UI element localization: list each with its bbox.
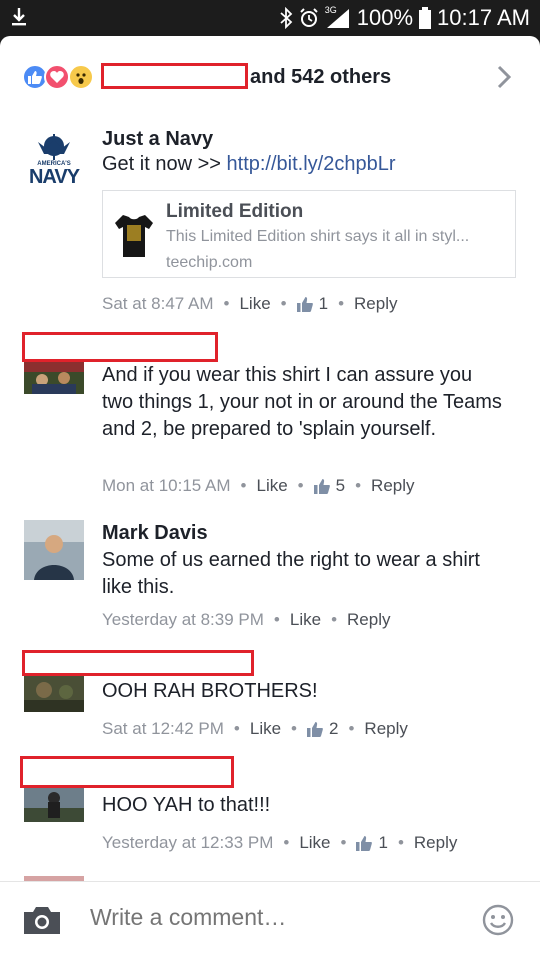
reply-button[interactable]: Reply: [371, 476, 414, 496]
comment-text-prefix: Get it now >>: [102, 153, 227, 175]
reactions-summary: and 542 others: [250, 66, 392, 88]
link-preview[interactable]: Limited Edition This Limited Edition shi…: [102, 190, 516, 278]
comment-time[interactable]: Mon at 10:15 AM: [102, 476, 231, 496]
separator-dot: •: [223, 294, 230, 313]
preview-domain: teechip.com: [166, 254, 253, 271]
redacted-name: [101, 63, 248, 89]
separator-dot: •: [348, 719, 355, 738]
like-count[interactable]: 1: [378, 833, 387, 853]
comment-text: Some of us earned the right to wear a sh…: [102, 549, 480, 598]
reply-button[interactable]: Reply: [354, 294, 397, 314]
comment-composer: [0, 881, 540, 960]
separator-dot: •: [338, 294, 345, 313]
like-button[interactable]: Like: [299, 833, 330, 853]
separator-dot: •: [233, 719, 240, 738]
avatar[interactable]: AMERICA'S NAVY: [24, 128, 84, 188]
separator-dot: •: [397, 833, 404, 852]
like-button[interactable]: Like: [290, 610, 321, 630]
alarm-icon: [299, 8, 319, 28]
like-count-icon: [296, 296, 313, 312]
redacted-name: [22, 650, 254, 676]
comment-text: And if you wear this shirt I can assure …: [102, 364, 502, 440]
separator-dot: •: [297, 476, 304, 495]
comment-text: Get it now >> http://bit.ly/2chpbLr: [102, 151, 502, 178]
avatar[interactable]: [24, 360, 84, 394]
separator-dot: •: [340, 833, 347, 852]
separator-dot: •: [355, 476, 362, 495]
comment: Mark Davis Some of us earned the right t…: [0, 520, 540, 640]
like-count-icon: [313, 478, 330, 494]
battery-icon: [419, 7, 432, 29]
comment: And if you wear this shirt I can assure …: [0, 332, 540, 512]
comments-sheet: and 542 others AMERICA'S NAVY Just a Nav…: [0, 36, 540, 960]
like-count[interactable]: 5: [336, 476, 345, 496]
chevron-right-icon[interactable]: [494, 64, 514, 90]
avatar[interactable]: [24, 786, 84, 822]
comment-meta: Yesterday at 12:33 PM • Like • 1 • Reply: [102, 833, 457, 853]
clock: 10:17 AM: [437, 5, 530, 30]
comment: HOO YAH to that!!! Yesterday at 12:33 PM…: [0, 756, 540, 866]
reactions-header[interactable]: and 542 others: [0, 36, 540, 120]
comment-time[interactable]: Yesterday at 8:39 PM: [102, 610, 264, 630]
redacted-name: [22, 332, 218, 362]
comment: OOH RAH BROTHERS! Sat at 12:42 PM • Like…: [0, 648, 540, 752]
signal-icon: 3G: [324, 5, 351, 29]
comment-author[interactable]: Just a Navy: [102, 128, 213, 151]
separator-dot: •: [280, 294, 287, 313]
comment-time[interactable]: Sat at 8:47 AM: [102, 294, 214, 314]
like-count[interactable]: 1: [319, 294, 328, 314]
comment-link[interactable]: http://bit.ly/2chpbLr: [227, 153, 396, 175]
like-count-icon: [307, 721, 323, 737]
separator-dot: •: [291, 719, 297, 738]
separator-dot: •: [283, 833, 290, 852]
comment-input[interactable]: [90, 904, 450, 931]
comment-time[interactable]: Yesterday at 12:33 PM: [102, 833, 273, 853]
camera-icon[interactable]: [22, 904, 62, 936]
separator-dot: •: [331, 610, 338, 629]
redacted-name: [20, 756, 234, 788]
bluetooth-icon: [279, 7, 293, 29]
preview-description: This Limited Edition shirt says it all i…: [166, 228, 470, 245]
like-button[interactable]: Like: [250, 719, 281, 739]
avatar-caption-large: NAVY: [28, 166, 80, 188]
avatar[interactable]: [24, 676, 84, 712]
avatar[interactable]: [24, 520, 84, 580]
comment-meta: Mon at 10:15 AM • Like • 5 • Reply: [102, 476, 415, 496]
preview-title: Limited Edition: [166, 201, 304, 222]
shirt-thumbnail: [111, 211, 157, 259]
comment-author[interactable]: Mark Davis: [102, 522, 208, 545]
comment-meta: Sat at 8:47 AM • Like • 1 • Reply: [102, 294, 398, 314]
like-count-icon: [356, 835, 373, 851]
reply-button[interactable]: Reply: [414, 833, 457, 853]
love-reaction-icon: [44, 64, 70, 90]
comment-time[interactable]: Sat at 12:42 PM: [102, 719, 224, 739]
reply-button[interactable]: Reply: [347, 610, 390, 630]
battery-percent: 100%: [356, 5, 414, 30]
like-button[interactable]: Like: [239, 294, 270, 314]
download-icon: [10, 6, 28, 28]
separator-dot: •: [240, 476, 247, 495]
status-bar: 3G 100% 10:17 AM: [0, 0, 540, 36]
separator-dot: •: [273, 610, 280, 629]
comment-meta: Sat at 12:42 PM • Like • 2 • Reply: [102, 719, 408, 739]
network-type: 3G: [324, 5, 337, 15]
wow-reaction-icon: [68, 64, 94, 90]
reply-button[interactable]: Reply: [364, 719, 407, 739]
comment-text: OOH RAH BROTHERS!: [102, 680, 318, 702]
comment-meta: Yesterday at 8:39 PM • Like • Reply: [102, 610, 390, 630]
like-button[interactable]: Like: [256, 476, 287, 496]
like-count[interactable]: 2: [329, 719, 338, 739]
sticker-icon[interactable]: [482, 904, 514, 936]
comment-text: HOO YAH to that!!!: [102, 794, 271, 816]
reaction-icons: [22, 64, 96, 90]
comment: AMERICA'S NAVY Just a Navy Get it now >>…: [0, 120, 540, 320]
